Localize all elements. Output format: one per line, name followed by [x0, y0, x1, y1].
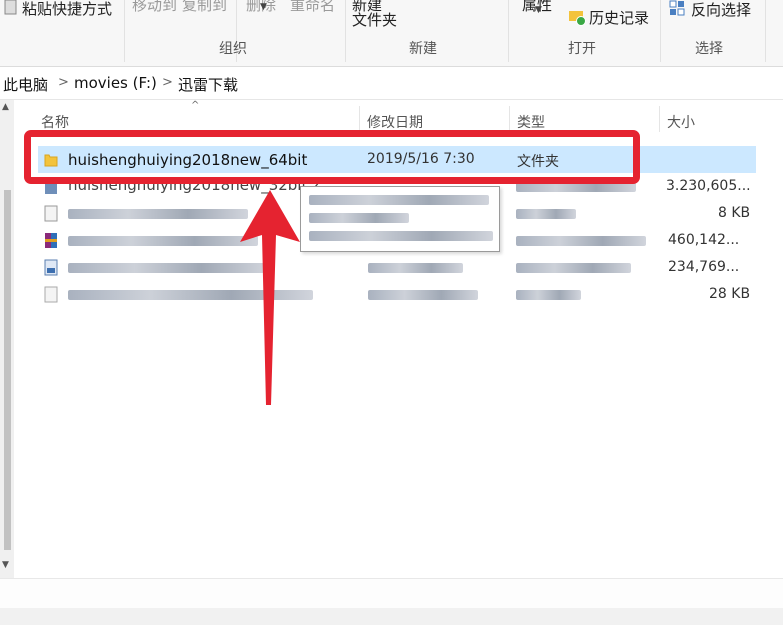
blurred-name: [68, 263, 268, 273]
blurred-type: [516, 209, 576, 219]
group-label-open: 打开: [568, 41, 596, 57]
move-to-button[interactable]: 移动到: [132, 0, 177, 15]
file-size: 28 KB: [709, 286, 751, 302]
scroll-up-icon[interactable]: ▲: [2, 102, 9, 112]
file-row[interactable]: 234,769...: [38, 254, 756, 281]
file-size: 8 KB: [718, 205, 751, 221]
blurred-type: [516, 236, 646, 246]
blurred-name: [68, 236, 258, 246]
group-label-new: 新建: [409, 41, 437, 57]
group-label-select: 选择: [695, 41, 723, 57]
navigation-pane-scrollbar[interactable]: ▲: [0, 100, 14, 578]
ribbon-separator: [508, 0, 509, 62]
scroll-down-icon[interactable]: ▼: [2, 560, 9, 570]
chevron-right-icon[interactable]: >: [58, 75, 69, 90]
history-button[interactable]: 历史记录: [589, 7, 649, 28]
ribbon-separator: [124, 0, 125, 62]
paste-shortcut-button[interactable]: 粘贴快捷方式: [22, 0, 112, 19]
rar-archive-icon: [45, 233, 57, 248]
installer-file-icon: [44, 259, 58, 276]
column-separator[interactable]: [509, 106, 510, 132]
document-file-icon: [44, 286, 58, 303]
breadcrumb-this-pc[interactable]: 此电脑: [3, 74, 48, 95]
rename-button[interactable]: 重命名: [290, 0, 335, 15]
file-size: 234,769...: [668, 259, 740, 275]
scrollbar-thumb[interactable]: [4, 190, 11, 550]
column-header-type[interactable]: 类型: [517, 112, 545, 132]
tooltip-popup: [300, 186, 500, 252]
red-arrow-icon: [240, 190, 300, 405]
window-bottom-edge: [0, 608, 783, 625]
column-header-size[interactable]: 大小: [667, 112, 695, 132]
invert-selection-icon: [669, 0, 685, 16]
status-bar: [0, 578, 783, 609]
ribbon: 粘贴快捷方式 移动到 复制到 删除 ▼ 重命名 组织 新建 文件夹 新建 属性 …: [0, 0, 783, 67]
file-row[interactable]: 28 KB: [38, 281, 756, 308]
paste-shortcut-icon: [4, 0, 17, 15]
blurred-date: [368, 263, 463, 273]
breadcrumb-drive[interactable]: movies (F:): [74, 74, 157, 92]
column-header-name[interactable]: 名称: [41, 112, 69, 132]
chevron-down-icon: ▼: [260, 2, 267, 12]
document-file-icon: [44, 205, 58, 222]
new-folder-button[interactable]: 文件夹: [352, 9, 397, 30]
column-separator[interactable]: [659, 106, 660, 132]
ribbon-separator: [660, 0, 661, 62]
blurred-type: [516, 290, 581, 300]
invert-selection-button[interactable]: 反向选择: [691, 0, 751, 20]
ribbon-separator: [345, 0, 346, 62]
blurred-tooltip-line: [309, 231, 493, 241]
blurred-name: [68, 209, 248, 219]
breadcrumb[interactable]: 此电脑 > movies (F:) > 迅雷下载: [0, 67, 783, 100]
file-size: 460,142...: [668, 232, 740, 248]
column-header-date[interactable]: 修改日期: [367, 112, 423, 132]
highlight-box: [24, 130, 640, 184]
group-label-organize: 组织: [219, 41, 247, 57]
blurred-tooltip-line: [309, 195, 489, 205]
ribbon-separator: [765, 0, 766, 62]
blurred-date: [368, 290, 478, 300]
breadcrumb-folder[interactable]: 迅雷下载: [178, 74, 238, 95]
copy-to-button[interactable]: 复制到: [182, 0, 227, 15]
chevron-right-icon[interactable]: >: [162, 75, 173, 90]
blurred-type: [516, 263, 631, 273]
history-icon: [569, 11, 586, 26]
sort-ascending-icon: ^: [191, 100, 200, 111]
chevron-down-icon: ▼: [535, 5, 542, 15]
column-separator[interactable]: [359, 106, 360, 132]
file-size: 3.230,605...: [666, 178, 751, 194]
blurred-tooltip-line: [309, 213, 409, 223]
